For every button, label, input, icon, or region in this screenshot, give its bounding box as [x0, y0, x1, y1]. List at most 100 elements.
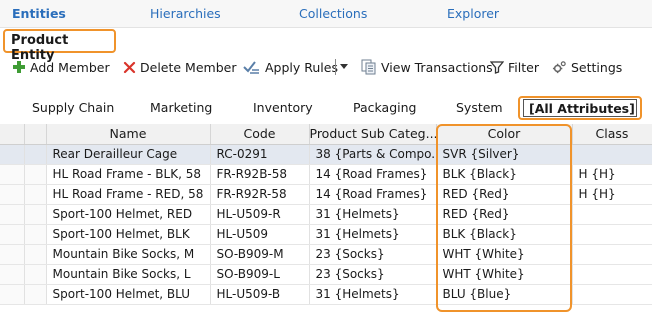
row-selector[interactable] [24, 264, 47, 285]
cell-code[interactable]: RC-0291 [210, 144, 310, 165]
settings-button[interactable]: Settings [552, 58, 622, 76]
cell-color[interactable]: BLK {Black} [436, 164, 573, 185]
cell-code[interactable]: FR-R92B-58 [210, 164, 310, 185]
table-row[interactable]: Sport-100 Helmet, BLK HL-U509 31 {Helmet… [0, 224, 652, 245]
cell-subcategory[interactable]: 23 {Socks} [309, 264, 437, 285]
cell-code[interactable]: SO-B909-M [210, 244, 310, 265]
row-selector[interactable] [24, 244, 47, 265]
subtab-supply-chain[interactable]: Supply Chain [32, 100, 114, 115]
column-header-subcategory[interactable]: Product Sub Categ... [309, 124, 437, 145]
row-indicator [0, 184, 25, 205]
tab-hierarchies[interactable]: Hierarchies [150, 6, 221, 21]
cell-code[interactable]: FR-R92R-58 [210, 184, 310, 205]
row-indicator [0, 224, 25, 245]
table-row[interactable]: HL Road Frame - BLK, 58 FR-R92B-58 14 {R… [0, 164, 652, 185]
row-indicator [0, 244, 25, 265]
cell-class[interactable] [572, 144, 652, 165]
column-header-color[interactable]: Color [436, 124, 573, 145]
settings-label: Settings [571, 59, 623, 75]
apply-rules-label: Apply Rules [265, 59, 338, 75]
cell-name[interactable]: Mountain Bike Socks, L [46, 264, 211, 285]
tab-explorer[interactable]: Explorer [447, 6, 499, 21]
cell-class[interactable] [572, 204, 652, 225]
attribute-group-tabs: Supply Chain Marketing Inventory Packagi… [0, 96, 652, 120]
column-header-code[interactable]: Code [210, 124, 310, 145]
add-member-label: Add Member [30, 59, 110, 75]
cell-color[interactable]: RED {Red} [436, 204, 573, 225]
cell-name[interactable]: Rear Derailleur Cage [46, 144, 211, 165]
column-header-class[interactable]: Class [572, 124, 652, 145]
filter-button[interactable]: Filter [490, 58, 539, 76]
table-row[interactable]: HL Road Frame - RED, 58 FR-R92R-58 14 {R… [0, 184, 652, 205]
subtab-packaging[interactable]: Packaging [353, 100, 416, 115]
cell-code[interactable]: SO-B909-L [210, 264, 310, 285]
delete-member-label: Delete Member [140, 59, 237, 75]
apply-rules-button[interactable]: Apply Rules [243, 58, 338, 76]
cell-code[interactable]: HL-U509 [210, 224, 310, 245]
cell-name[interactable]: Sport-100 Helmet, BLU [46, 284, 211, 305]
tab-collections[interactable]: Collections [299, 6, 367, 21]
cell-subcategory[interactable]: 31 {Helmets} [309, 284, 437, 305]
cell-color[interactable]: RED {Red} [436, 184, 573, 205]
subtab-marketing[interactable]: Marketing [150, 100, 212, 115]
cell-code[interactable]: HL-U509-R [210, 204, 310, 225]
subtab-all-attributes[interactable]: [All Attributes] [518, 96, 642, 120]
cell-color[interactable]: SVR {Silver} [436, 144, 573, 165]
cell-color[interactable]: WHT {White} [436, 244, 573, 265]
cell-class[interactable]: H {H} [572, 184, 652, 205]
cell-class[interactable] [572, 244, 652, 265]
table-row[interactable]: Sport-100 Helmet, BLU HL-U509-B 31 {Helm… [0, 284, 652, 305]
table-row[interactable]: Mountain Bike Socks, M SO-B909-M 23 {Soc… [0, 244, 652, 265]
row-selector[interactable] [24, 184, 47, 205]
row-selector[interactable] [24, 164, 47, 185]
view-transactions-label: View Transactions [381, 59, 493, 75]
cell-code[interactable]: HL-U509-B [210, 284, 310, 305]
transactions-icon [361, 59, 377, 75]
toolbar: Add Member Delete Member Apply Rules Vie… [0, 56, 652, 78]
cell-name[interactable]: HL Road Frame - RED, 58 [46, 184, 211, 205]
subtab-inventory[interactable]: Inventory [253, 100, 313, 115]
row-selector[interactable] [24, 204, 47, 225]
cell-name[interactable]: Sport-100 Helmet, BLK [46, 224, 211, 245]
row-selector[interactable] [24, 144, 47, 165]
delete-icon [123, 61, 136, 74]
toolbar-separator [335, 59, 336, 75]
cell-name[interactable]: HL Road Frame - BLK, 58 [46, 164, 211, 185]
subtab-system[interactable]: System [456, 100, 503, 115]
cell-class[interactable] [572, 224, 652, 245]
cell-subcategory[interactable]: 23 {Socks} [309, 244, 437, 265]
cell-subcategory[interactable]: 38 {Parts & Compo... [309, 144, 437, 165]
filter-label: Filter [508, 59, 539, 75]
cell-subcategory[interactable]: 14 {Road Frames} [309, 184, 437, 205]
row-selector[interactable] [24, 284, 47, 305]
cell-name[interactable]: Mountain Bike Socks, M [46, 244, 211, 265]
cell-class[interactable] [572, 264, 652, 285]
row-indicator-header [0, 124, 25, 145]
cell-color[interactable]: BLK {Black} [436, 224, 573, 245]
view-transactions-button[interactable]: View Transactions [361, 58, 493, 76]
apply-rules-dropdown[interactable] [340, 58, 348, 76]
cell-color[interactable]: BLU {Blue} [436, 284, 573, 305]
members-grid: Name Code Product Sub Categ... Color Cla… [0, 124, 652, 305]
cell-class[interactable]: H {H} [572, 164, 652, 185]
table-row[interactable]: Mountain Bike Socks, L SO-B909-L 23 {Soc… [0, 264, 652, 285]
cell-name[interactable]: Sport-100 Helmet, RED [46, 204, 211, 225]
row-indicator [0, 204, 25, 225]
add-member-button[interactable]: Add Member [12, 58, 110, 76]
cell-color[interactable]: WHT {White} [436, 264, 573, 285]
table-row[interactable]: Sport-100 Helmet, RED HL-U509-R 31 {Helm… [0, 204, 652, 225]
cell-subcategory[interactable]: 31 {Helmets} [309, 204, 437, 225]
cell-subcategory[interactable]: 14 {Road Frames} [309, 164, 437, 185]
tab-entities[interactable]: Entities [12, 6, 66, 21]
filter-icon [490, 60, 504, 74]
top-navigation: Entities Hierarchies Collections Explore… [0, 0, 652, 28]
row-indicator [0, 264, 25, 285]
delete-member-button[interactable]: Delete Member [123, 58, 236, 76]
column-header-name[interactable]: Name [46, 124, 211, 145]
cell-class[interactable] [572, 284, 652, 305]
select-header [24, 124, 47, 145]
row-selector[interactable] [24, 224, 47, 245]
table-row[interactable]: Rear Derailleur Cage RC-0291 38 {Parts &… [0, 144, 652, 165]
gear-icon [552, 60, 567, 75]
cell-subcategory[interactable]: 31 {Helmets} [309, 224, 437, 245]
